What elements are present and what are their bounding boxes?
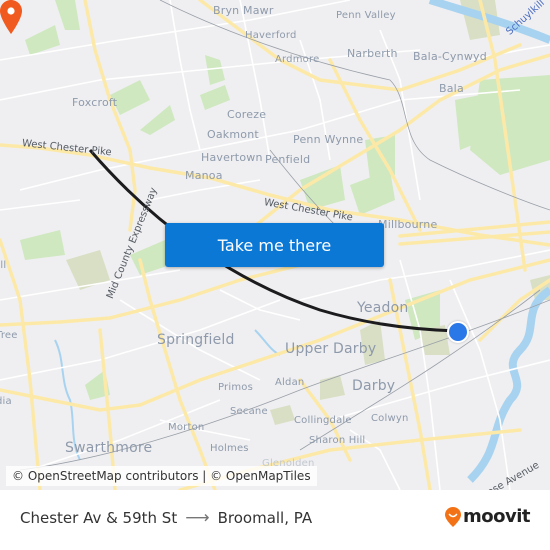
place-label: Collingdale (294, 415, 352, 426)
place-label: Manoa (185, 169, 223, 182)
place-label: Springfield (157, 332, 235, 348)
moovit-logo[interactable]: moovit (445, 506, 531, 527)
take-me-there-button[interactable]: Take me there (165, 223, 384, 267)
place-label: Haverford (245, 30, 297, 41)
place-label: Aldan (275, 377, 305, 388)
place-label: Penfield (265, 153, 311, 166)
map-pin-icon[interactable] (0, 0, 22, 34)
location-dot-icon[interactable] (447, 321, 469, 343)
place-label: Bryn Mawr (213, 4, 274, 17)
place-label: Havertown (201, 151, 263, 164)
footer: Chester Av & 59th St ⟶ Broomall, PA moov… (0, 490, 550, 550)
map-view[interactable]: Bryn Mawr Penn Valley Haverford Ardmore … (0, 0, 550, 490)
place-label: Foxcroft (72, 96, 118, 109)
place-label: Penn Valley (336, 10, 396, 21)
place-label: Primos (218, 382, 254, 393)
place-label: dia (0, 396, 12, 407)
place-label: Bala-Cynwyd (413, 50, 487, 63)
place-label: Secane (230, 406, 268, 417)
place-label: Narberth (347, 47, 398, 60)
place-label: Bala (439, 82, 464, 95)
place-label: Tree (0, 330, 18, 341)
place-label: Penn Wynne (293, 133, 364, 146)
place-label: Holmes (210, 443, 249, 454)
place-label: Morton (168, 422, 205, 433)
place-label: Colwyn (371, 413, 409, 424)
place-label: Oakmont (207, 128, 259, 141)
route-title: Chester Av & 59th St ⟶ Broomall, PA (20, 508, 312, 528)
place-label: Millbourne (378, 218, 438, 231)
moovit-wordmark: moovit (463, 506, 531, 527)
place-label: Coreze (227, 108, 267, 121)
place-label: ell (0, 260, 7, 271)
place-label: Ardmore (275, 54, 320, 65)
arrow-right-icon: ⟶ (185, 508, 210, 528)
place-label: Swarthmore (65, 440, 153, 456)
place-label: Darby (352, 378, 396, 394)
map-attribution[interactable]: © OpenStreetMap contributors | © OpenMap… (6, 466, 317, 486)
place-label: Sharon Hill (309, 435, 366, 446)
place-label: Upper Darby (285, 341, 377, 357)
route-origin: Chester Av & 59th St (20, 509, 178, 527)
place-label: Yeadon (357, 300, 409, 316)
moovit-pin-icon (445, 506, 461, 527)
route-destination: Broomall, PA (217, 509, 313, 527)
